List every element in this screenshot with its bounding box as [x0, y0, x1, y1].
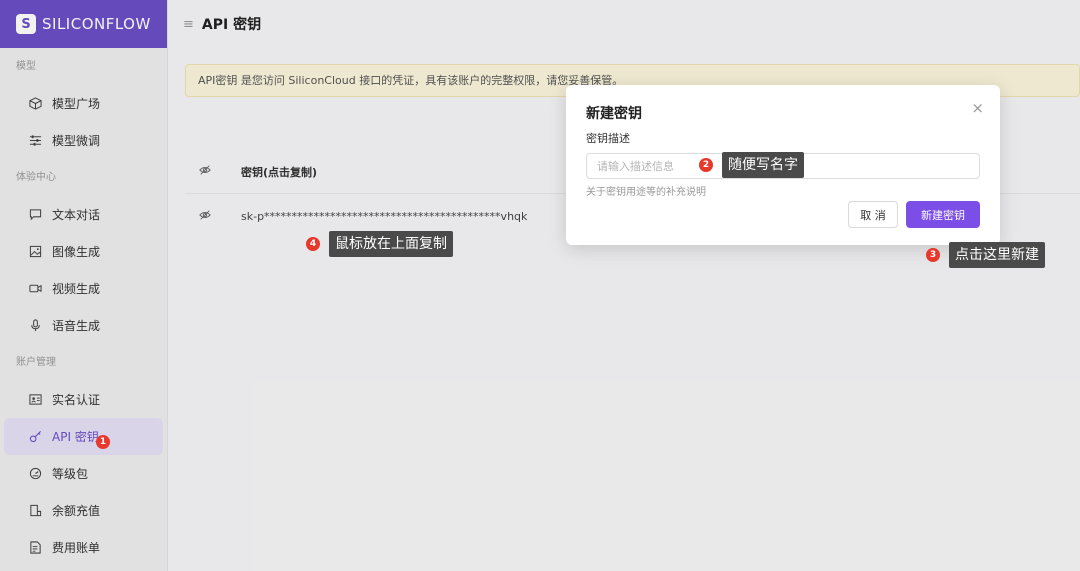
step-tip-4: 鼠标放在上面复制: [329, 231, 453, 257]
sidebar-item-speech-gen[interactable]: 语音生成: [4, 307, 163, 344]
step-badge-2: 2: [699, 158, 713, 172]
sidebar-item-image-gen[interactable]: 图像生成: [4, 233, 163, 270]
sidebar-item-label: API 密钥: [52, 430, 99, 444]
video-icon: [28, 282, 42, 296]
sidebar-item-label: 实名认证: [52, 393, 101, 407]
brand-logo[interactable]: S SILICONFLOW: [0, 0, 167, 48]
cancel-button[interactable]: 取 消: [848, 201, 898, 228]
sidebar-item-label: 余额充值: [52, 504, 101, 518]
sidebar-item-recharge[interactable]: 余额充值: [4, 492, 163, 529]
section-account: 账户管理: [16, 357, 56, 368]
eye-off-icon[interactable]: [185, 164, 241, 179]
logo-icon: S: [16, 14, 36, 34]
brand-name: SILICONFLOW: [42, 15, 151, 33]
step-tip-2: 随便写名字: [722, 152, 804, 178]
eye-off-icon[interactable]: [185, 209, 241, 224]
bill-icon: [28, 541, 42, 555]
sidebar-item-model-plaza[interactable]: 模型广场: [4, 85, 163, 122]
sidebar-item-label: 费用账单: [52, 541, 101, 555]
cube-icon: [28, 97, 42, 111]
key-icon: [28, 430, 42, 444]
description-label: 密钥描述: [586, 132, 630, 145]
modal-title: 新建密钥: [586, 106, 642, 122]
section-experience: 体验中心: [16, 172, 56, 183]
section-models: 模型: [16, 61, 36, 72]
sliders-icon: [28, 134, 42, 148]
sidebar-item-model-finetune[interactable]: 模型微调: [4, 122, 163, 159]
step-badge-3: 3: [926, 248, 940, 262]
mic-icon: [28, 319, 42, 333]
sidebar-item-api-keys[interactable]: API 密钥: [4, 418, 163, 455]
sidebar-item-label: 模型微调: [52, 134, 101, 148]
wallet-icon: [28, 504, 42, 518]
sidebar-item-label: 文本对话: [52, 208, 101, 222]
sidebar-item-label: 模型广场: [52, 97, 101, 111]
menu-icon[interactable]: ≡: [183, 17, 194, 32]
sidebar-item-level-pack[interactable]: 等级包: [4, 455, 163, 492]
create-key-button[interactable]: 新建密钥: [906, 201, 980, 228]
sidebar-item-video-gen[interactable]: 视频生成: [4, 270, 163, 307]
sidebar-item-verification[interactable]: 实名认证: [4, 381, 163, 418]
description-help: 关于密钥用途等的补充说明: [586, 187, 706, 198]
close-icon[interactable]: ×: [971, 99, 984, 117]
sidebar-item-text-chat[interactable]: 文本对话: [4, 196, 163, 233]
id-card-icon: [28, 393, 42, 407]
gauge-icon: [28, 467, 42, 481]
sidebar-item-label: 图像生成: [52, 245, 101, 259]
chat-icon: [28, 208, 42, 222]
sidebar-item-label: 等级包: [52, 467, 89, 481]
page-title: API 密钥: [201, 17, 262, 33]
page-header: ≡ API 密钥: [169, 0, 1080, 48]
sidebar-item-billing[interactable]: 费用账单: [4, 529, 163, 566]
sidebar: S SILICONFLOW 模型 模型广场 模型微调 体验中心 文本对话 图像生…: [0, 0, 168, 571]
image-icon: [28, 245, 42, 259]
sidebar-item-label: 语音生成: [52, 319, 101, 333]
step-tip-3: 点击这里新建: [949, 242, 1045, 268]
step-badge-1: 1: [96, 435, 110, 449]
step-badge-4: 4: [306, 237, 320, 251]
sidebar-item-label: 视频生成: [52, 282, 101, 296]
